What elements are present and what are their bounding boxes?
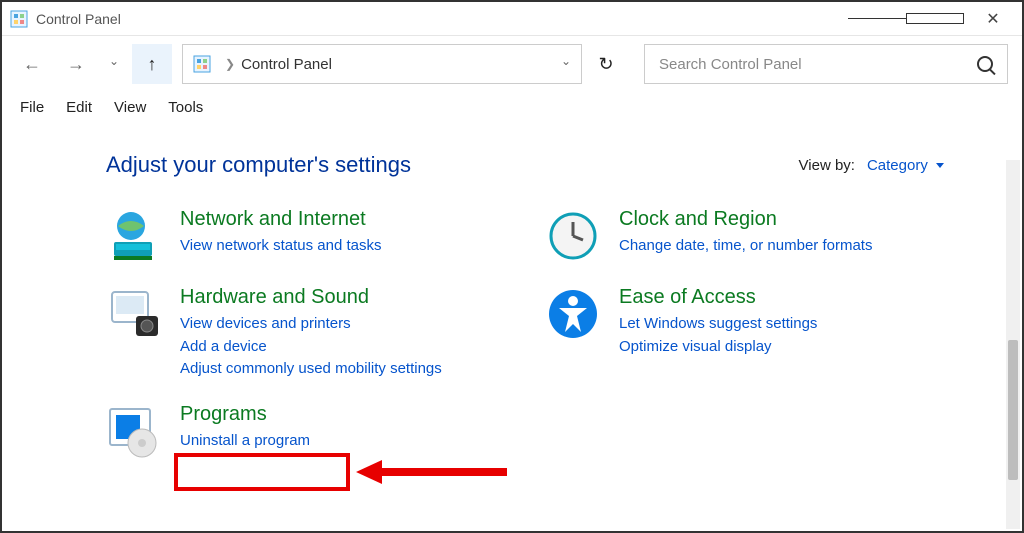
search-icon bbox=[977, 56, 993, 72]
view-by-label: View by: bbox=[799, 157, 855, 174]
link-mobility-settings[interactable]: Adjust commonly used mobility settings bbox=[180, 358, 442, 381]
link-devices-printers[interactable]: View devices and printers bbox=[180, 313, 442, 336]
content-area: Adjust your computer's settings View by:… bbox=[2, 122, 1004, 531]
page-heading: Adjust your computer's settings bbox=[106, 152, 411, 178]
arrow-right-icon bbox=[67, 54, 85, 75]
nav-bar: ❯ Control Panel Search Control Panel bbox=[2, 36, 1022, 92]
menu-bar: File Edit View Tools bbox=[2, 92, 1022, 122]
content-header: Adjust your computer's settings View by:… bbox=[106, 152, 944, 178]
category-title-network[interactable]: Network and Internet bbox=[180, 208, 366, 231]
maximize-button[interactable] bbox=[906, 2, 964, 35]
arrow-up-icon bbox=[148, 54, 157, 75]
category-clock: Clock and Region Change date, time, or n… bbox=[545, 208, 944, 264]
ease-of-access-icon bbox=[545, 286, 601, 342]
up-button[interactable] bbox=[132, 44, 172, 84]
link-add-device[interactable]: Add a device bbox=[180, 336, 442, 359]
category-hardware: Hardware and Sound View devices and prin… bbox=[106, 286, 505, 381]
window-controls: ✕ bbox=[848, 2, 1022, 35]
category-title-hardware[interactable]: Hardware and Sound bbox=[180, 286, 369, 309]
app-icon bbox=[10, 10, 28, 28]
clock-icon bbox=[545, 208, 601, 264]
category-programs: Programs Uninstall a program bbox=[106, 403, 505, 459]
right-column: Clock and Region Change date, time, or n… bbox=[545, 208, 944, 463]
programs-icon bbox=[106, 403, 162, 459]
recent-dropdown[interactable] bbox=[100, 44, 128, 84]
link-uninstall-program[interactable]: Uninstall a program bbox=[180, 430, 310, 453]
search-input[interactable]: Search Control Panel bbox=[644, 44, 1008, 84]
link-suggest-settings[interactable]: Let Windows suggest settings bbox=[619, 313, 817, 336]
link-optimize-display[interactable]: Optimize visual display bbox=[619, 336, 817, 359]
category-title-ease[interactable]: Ease of Access bbox=[619, 286, 756, 309]
address-bar[interactable]: ❯ Control Panel bbox=[182, 44, 582, 84]
menu-view[interactable]: View bbox=[104, 97, 156, 118]
category-ease: Ease of Access Let Windows suggest setti… bbox=[545, 286, 944, 358]
link-network-status[interactable]: View network status and tasks bbox=[180, 235, 382, 258]
category-network: Network and Internet View network status… bbox=[106, 208, 505, 264]
link-date-time-formats[interactable]: Change date, time, or number formats bbox=[619, 235, 872, 258]
breadcrumb[interactable]: Control Panel bbox=[241, 56, 332, 73]
menu-tools[interactable]: Tools bbox=[158, 97, 213, 118]
breadcrumb-separator-icon: ❯ bbox=[225, 57, 235, 71]
menu-file[interactable]: File bbox=[10, 97, 54, 118]
control-panel-icon bbox=[193, 55, 211, 73]
scroll-thumb[interactable] bbox=[1008, 340, 1018, 480]
network-icon bbox=[106, 208, 162, 264]
back-button[interactable] bbox=[12, 44, 52, 84]
arrow-left-icon bbox=[23, 54, 41, 75]
menu-edit[interactable]: Edit bbox=[56, 97, 102, 118]
refresh-icon bbox=[598, 54, 613, 75]
category-title-clock[interactable]: Clock and Region bbox=[619, 208, 777, 231]
search-placeholder: Search Control Panel bbox=[659, 56, 977, 73]
dropdown-caret-icon bbox=[936, 163, 944, 168]
category-columns: Network and Internet View network status… bbox=[106, 208, 944, 463]
forward-button[interactable] bbox=[56, 44, 96, 84]
window-title: Control Panel bbox=[36, 11, 121, 27]
left-column: Network and Internet View network status… bbox=[106, 208, 505, 463]
chevron-down-icon bbox=[109, 55, 119, 73]
address-dropdown-icon[interactable] bbox=[561, 55, 571, 73]
view-by-value[interactable]: Category bbox=[867, 157, 928, 174]
refresh-button[interactable] bbox=[586, 44, 626, 84]
category-title-programs[interactable]: Programs bbox=[180, 403, 267, 426]
hardware-icon bbox=[106, 286, 162, 342]
minimize-button[interactable] bbox=[848, 2, 906, 35]
title-bar: Control Panel ✕ bbox=[2, 2, 1022, 36]
view-by-control[interactable]: View by: Category bbox=[799, 157, 944, 174]
vertical-scrollbar[interactable] bbox=[1006, 160, 1020, 529]
close-button[interactable]: ✕ bbox=[964, 2, 1022, 35]
